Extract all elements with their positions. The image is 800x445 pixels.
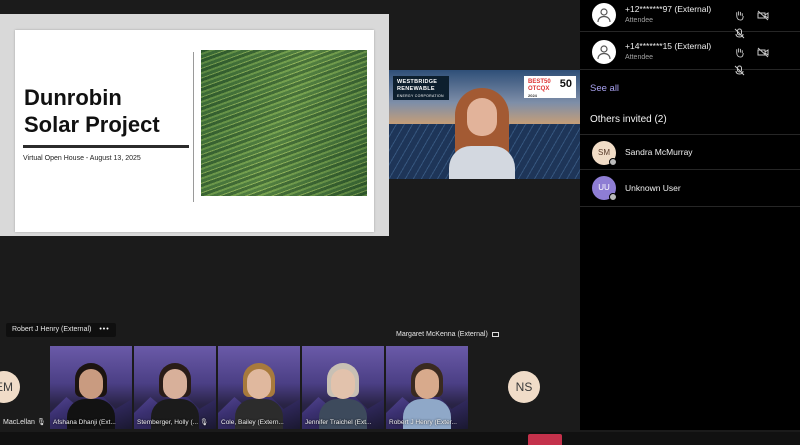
speaker-person [447,88,517,179]
slide-rule [23,145,189,148]
leave-button[interactable] [528,434,562,445]
camera-off-icon[interactable] [757,8,769,26]
slide-title-line1: Dunrobin [24,85,122,110]
user-avatar-icon [592,3,616,27]
raise-hand-icon[interactable] [734,45,745,63]
camera-off-icon[interactable] [757,45,769,63]
others-invited-heading: Others invited (2) [590,114,667,125]
shared-content: Dunrobin Solar Project Virtual Open Hous… [0,14,389,236]
participant-name-em: MacLellan 🎙 [3,419,46,426]
invited-row[interactable]: UU Unknown User [580,170,800,207]
solar-field-photo [201,50,367,196]
mic-icon: 🎙 [36,419,46,426]
avatar-uu: UU [592,176,617,201]
slide-title: Dunrobin Solar Project [24,84,194,138]
speaker-name-plate: Margaret McKenna (External) [394,328,501,342]
participant-strip: EM MacLellan 🎙 Afshana Dhanji (Ext... St… [0,346,580,432]
slide-title-line2: Solar Project [24,112,160,137]
avatar-ns[interactable]: NS [508,371,540,403]
participants-panel: +12*******97 (External) Attendee +14****… [580,0,800,430]
raise-hand-icon[interactable] [734,8,745,26]
mic-icon: 🎙 [199,419,209,426]
participant-tile[interactable]: Cole, Bailey (Extern... [218,346,300,429]
avatar-em[interactable]: EM [0,371,20,403]
participant-row[interactable]: +12*******97 (External) Attendee [580,0,800,39]
see-all-link[interactable]: See all [590,83,619,94]
slide-divider [193,52,194,202]
meeting-window: Dunrobin Solar Project Virtual Open Hous… [0,0,800,445]
participant-tile[interactable]: Afshana Dhanji (Ext... [50,346,132,429]
more-options-icon[interactable]: ••• [99,326,109,333]
participant-tile[interactable]: Jennifer Traichel (Ext... [302,346,384,429]
participant-row[interactable]: +14*******15 (External) Attendee [580,32,800,76]
speaker-video[interactable]: WESTBRIDGE RENEWABLE ENERGY CORPORATION … [389,70,580,179]
mic-off-icon[interactable] [734,63,745,81]
participant-tile[interactable]: Robert J Henry (Exter... [386,346,468,429]
avatar-sm: SM [592,141,617,166]
user-avatar-icon [592,40,616,64]
bottom-toolbar [0,432,800,445]
presenter-name-plate: Robert J Henry (External) ••• [6,323,116,337]
participant-tile[interactable]: Stemberger, Holly (... 🎙 [134,346,216,429]
invited-row[interactable]: SM Sandra McMurray [580,134,800,170]
screen-share-icon [491,331,499,337]
slide-subtitle: Virtual Open House - August 13, 2025 [23,155,141,162]
presentation-slide: Dunrobin Solar Project Virtual Open Hous… [15,30,374,232]
best50-badge: BEST50 OTCQX 2024 50 [524,76,576,98]
company-logo: WESTBRIDGE RENEWABLE ENERGY CORPORATION [393,76,449,100]
